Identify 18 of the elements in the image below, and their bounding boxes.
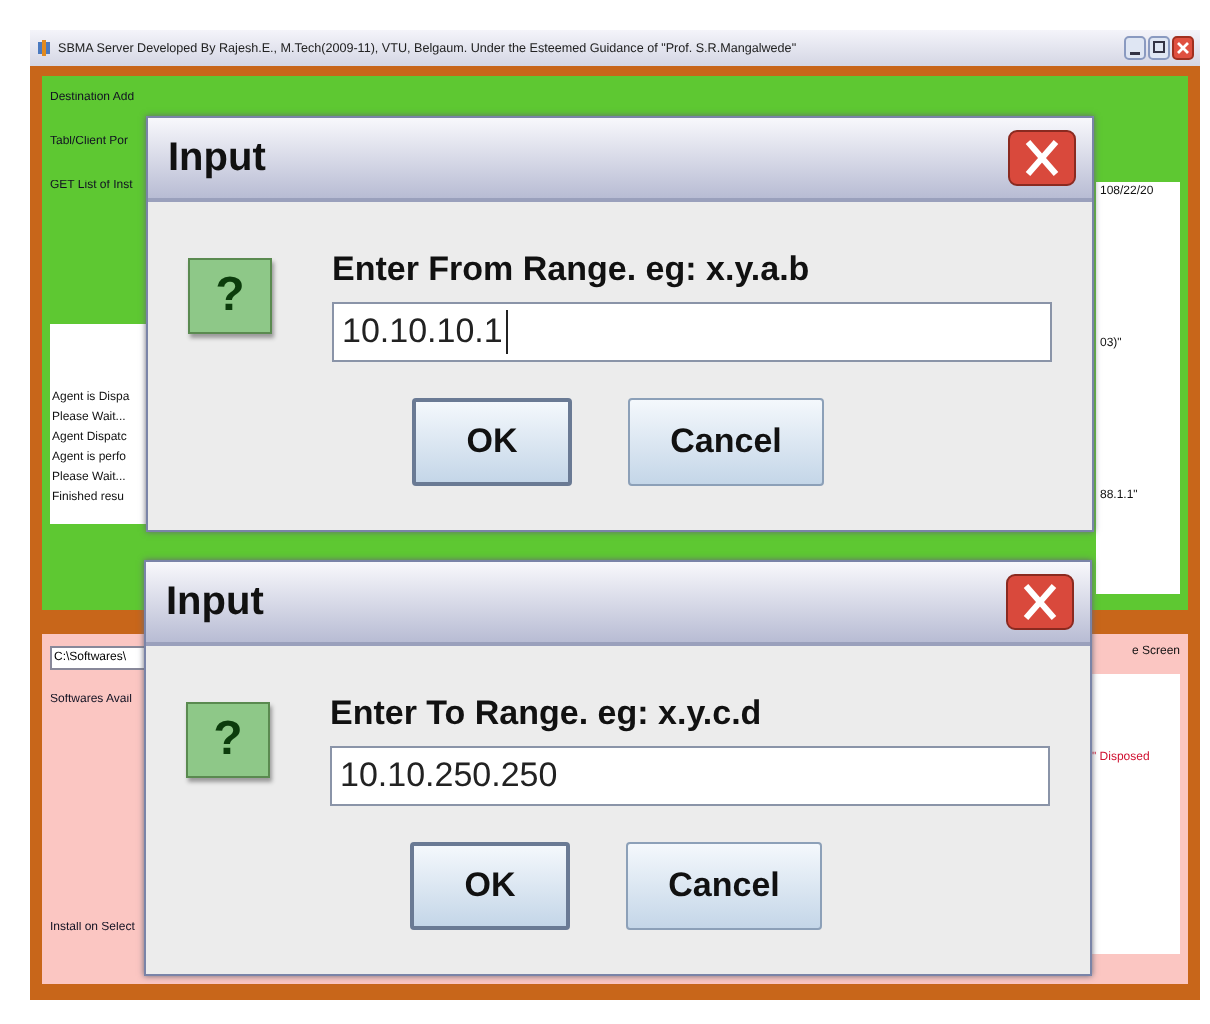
close-icon[interactable] — [1006, 574, 1074, 630]
dialog-button[interactable]: Cancel — [628, 398, 824, 486]
dialog-button[interactable]: OK — [410, 842, 570, 930]
dialog-button[interactable]: OK — [412, 398, 572, 486]
dialog-button[interactable]: Cancel — [626, 842, 822, 930]
close-icon[interactable] — [1172, 36, 1194, 60]
maximize-icon[interactable] — [1148, 36, 1170, 60]
dialog-title: Input — [168, 135, 266, 181]
dialog-title: Input — [166, 579, 264, 625]
prompt-text: Enter From Range. eg: x.y.a.b — [332, 250, 812, 290]
app-icon — [36, 40, 52, 56]
input-field[interactable]: 10.10.10.1 — [332, 302, 1052, 362]
minimize-icon[interactable] — [1124, 36, 1146, 60]
question-icon: ? — [188, 258, 272, 334]
prompt-text: Enter To Range. eg: x.y.c.d — [330, 694, 764, 734]
close-icon[interactable] — [1008, 130, 1076, 186]
question-icon: ? — [186, 702, 270, 778]
input-field[interactable]: 10.10.250.250 — [330, 746, 1050, 806]
